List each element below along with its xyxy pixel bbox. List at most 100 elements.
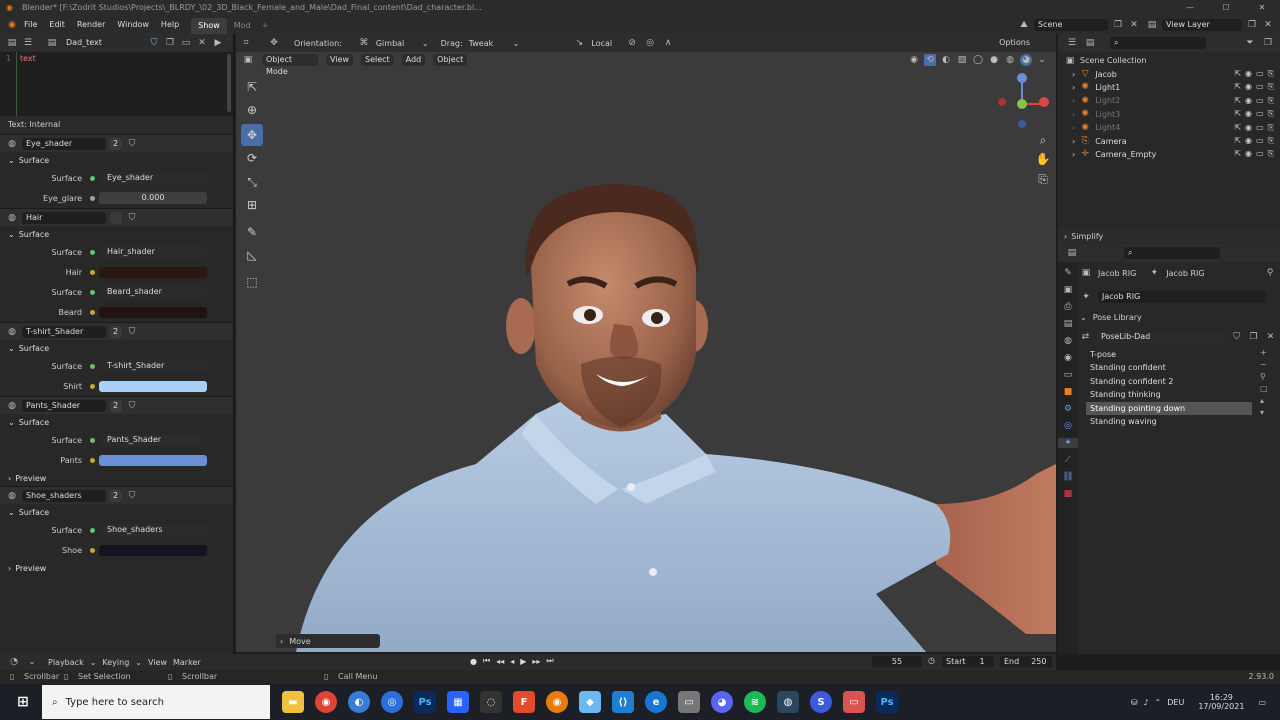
expand-icon[interactable]: ›: [1072, 70, 1075, 79]
socket-icon[interactable]: [90, 437, 95, 443]
app-icon-f[interactable]: F: [513, 691, 535, 713]
fake-user-icon[interactable]: ⛉: [126, 212, 138, 224]
pose-item[interactable]: Standing confident: [1086, 361, 1252, 374]
annotate-tool-icon[interactable]: ✎: [241, 221, 263, 243]
sanitize-icon[interactable]: ▢: [1260, 384, 1268, 393]
properties-editor-icon[interactable]: ▤: [1066, 247, 1078, 259]
hamburger-menu-icon[interactable]: ☰: [22, 37, 34, 49]
menu-object[interactable]: Object: [433, 54, 468, 66]
select-icon[interactable]: ⇱: [1234, 136, 1241, 146]
menu-marker[interactable]: Marker: [173, 658, 201, 667]
shader-link-field[interactable]: T-shirt_Shader: [99, 360, 207, 372]
scene-tab-icon[interactable]: ◍: [1064, 336, 1072, 346]
menu-select[interactable]: Select: [360, 54, 394, 66]
fake-user-icon[interactable]: ⛉: [126, 400, 138, 412]
overlay-icon[interactable]: ◐: [940, 54, 952, 66]
app-icon-3[interactable]: ◌: [480, 691, 502, 713]
snap-icon[interactable]: ⊘: [626, 37, 638, 49]
new-scene-icon[interactable]: ❐: [1112, 19, 1124, 31]
render-camera-icon[interactable]: ⎘: [1268, 123, 1274, 133]
camera-view-icon[interactable]: ⎘: [1032, 168, 1054, 190]
close-icon[interactable]: ✕: [1244, 0, 1280, 16]
text-content[interactable]: text: [20, 54, 36, 63]
viewport-disable-icon[interactable]: ▭: [1256, 149, 1264, 159]
material-users-count[interactable]: 2: [110, 137, 122, 150]
outliner-item[interactable]: › ✺ Light3 ⇱ ◉ ▭ ⎘: [1058, 108, 1280, 121]
add-pose-icon[interactable]: +: [1260, 348, 1268, 357]
eye-icon[interactable]: ◉: [1245, 136, 1252, 146]
prev-key-icon[interactable]: ◂◂: [496, 657, 504, 666]
viewport-disable-icon[interactable]: ▭: [1256, 136, 1264, 146]
current-frame-field[interactable]: 55: [872, 656, 922, 668]
fake-user-icon[interactable]: ⛉: [126, 326, 138, 338]
socket-icon[interactable]: [90, 175, 95, 181]
solid-icon[interactable]: ●: [988, 54, 1000, 66]
eye-icon[interactable]: ◉: [1245, 69, 1252, 79]
chevron-up-icon[interactable]: ⌃: [1155, 698, 1162, 707]
material-name-field[interactable]: Shoe_shaders: [22, 489, 106, 502]
eye-icon[interactable]: ◉: [1245, 96, 1252, 106]
next-key-icon[interactable]: ▸▸: [532, 657, 540, 666]
menu-edit[interactable]: Edit: [43, 16, 71, 34]
constraint-tab-icon[interactable]: ⛓: [1062, 472, 1073, 482]
run-script-icon[interactable]: ▶: [212, 37, 224, 49]
surface-section[interactable]: ⌄ Surface: [0, 504, 233, 520]
outliner-item[interactable]: › ✺ Light4 ⇱ ◉ ▭ ⎘: [1058, 121, 1280, 134]
output-tab-icon[interactable]: ⎙: [1064, 302, 1071, 312]
add-cube-tool-icon[interactable]: ⬚: [241, 271, 263, 293]
steam-icon[interactable]: ◍: [777, 691, 799, 713]
view-layer-tab-icon[interactable]: ▤: [1064, 319, 1073, 329]
material-header[interactable]: ◍ Pants_Shader 2 ⛉: [0, 396, 233, 414]
render-camera-icon[interactable]: ⎘: [1268, 149, 1274, 159]
editor-type-icon[interactable]: ▤: [6, 37, 18, 49]
pose-library-header[interactable]: ⌄ Pose Library: [1080, 310, 1276, 324]
move-up-icon[interactable]: ▴: [1260, 396, 1268, 405]
menu-help[interactable]: Help: [155, 16, 185, 34]
select-icon[interactable]: ⇱: [1234, 96, 1241, 106]
color-swatch[interactable]: [99, 544, 207, 556]
viewport-disable-icon[interactable]: ▭: [1256, 123, 1264, 133]
outliner-search[interactable]: ⌕: [1110, 37, 1206, 49]
material-header[interactable]: ◍ Eye_shader 2 ⛉: [0, 134, 233, 152]
visibility-icon[interactable]: ◉: [908, 54, 920, 66]
outliner-editor-icon[interactable]: ☰: [1066, 37, 1078, 49]
app-icon-4[interactable]: ◆: [579, 691, 601, 713]
color-swatch[interactable]: [99, 266, 207, 278]
surface-section[interactable]: ⌄ Surface: [0, 340, 233, 356]
open-folder-icon[interactable]: ▭: [180, 37, 192, 49]
notification-icon[interactable]: ▭: [1258, 698, 1266, 707]
network-icon[interactable]: ⛁: [1131, 698, 1138, 707]
scene-selector[interactable]: Scene: [1034, 19, 1108, 31]
calendar-icon[interactable]: ▦: [447, 691, 469, 713]
clock-icon[interactable]: ◷: [928, 656, 935, 665]
material-name-field[interactable]: Eye_shader: [22, 137, 106, 150]
pose-item[interactable]: Standing confident 2: [1086, 375, 1252, 388]
rotate-tool-icon[interactable]: ⟳: [241, 147, 263, 169]
object-tab-icon[interactable]: ■: [1064, 387, 1073, 397]
wireframe-icon[interactable]: ◯: [972, 54, 984, 66]
start-frame-field[interactable]: Start 1: [942, 656, 994, 668]
app-icon-6[interactable]: ▭: [843, 691, 865, 713]
chrome-icon[interactable]: ◉: [315, 691, 337, 713]
material-header[interactable]: ◍ Hair ⛉: [0, 208, 233, 226]
socket-icon[interactable]: [90, 547, 95, 553]
viewport-disable-icon[interactable]: ▭: [1256, 109, 1264, 119]
material-users-count[interactable]: 2: [110, 325, 122, 338]
bone-tab-icon[interactable]: ⟋: [1065, 455, 1071, 465]
spotify-icon[interactable]: ≋: [744, 691, 766, 713]
viewport-disable-icon[interactable]: ▭: [1256, 96, 1264, 106]
render-camera-icon[interactable]: ⎘: [1268, 96, 1274, 106]
socket-icon[interactable]: [90, 249, 95, 255]
fake-user-icon[interactable]: ⛉: [126, 138, 138, 150]
select-icon[interactable]: ⇱: [1234, 109, 1241, 119]
scale-tool-icon[interactable]: ⤡: [241, 171, 263, 193]
properties-search[interactable]: ⌕: [1124, 247, 1220, 259]
menu-add[interactable]: Add: [401, 54, 426, 66]
eye-icon[interactable]: ◉: [1245, 82, 1252, 92]
eye-icon[interactable]: ◉: [1245, 109, 1252, 119]
3d-viewport[interactable]: ⌗ ✥ Orientation: ⌘ Gimbal ⌄ Drag: Tweak …: [236, 34, 1056, 652]
select-icon[interactable]: ⇱: [1234, 82, 1241, 92]
discord-icon[interactable]: ◕: [711, 691, 733, 713]
material-name-field[interactable]: Pants_Shader: [22, 399, 106, 412]
remove-pose-icon[interactable]: −: [1260, 360, 1268, 369]
